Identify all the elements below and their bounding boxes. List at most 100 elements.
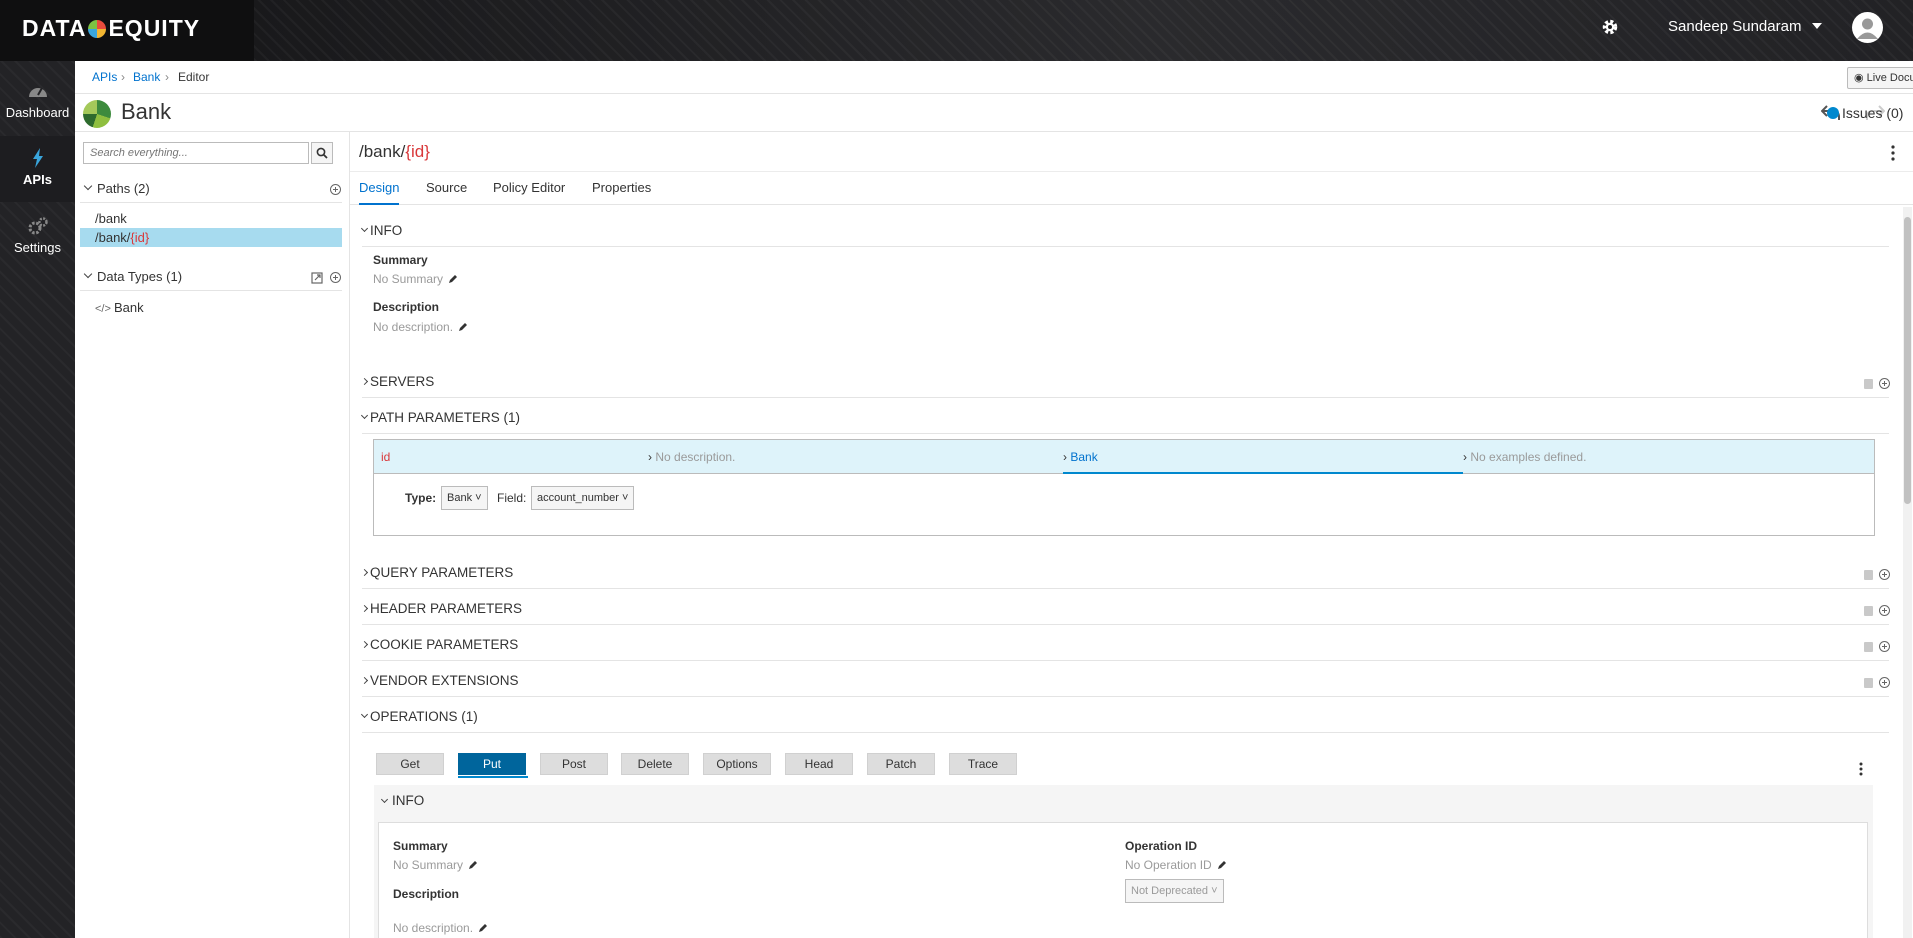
operation-info-header[interactable]: INFO — [380, 793, 424, 808]
path-parameters-section-header[interactable]: PATH PARAMETERS (1) — [360, 405, 1889, 434]
section-title: HEADER PARAMETERS — [370, 601, 523, 616]
operation-id-value[interactable]: No Operation ID — [1125, 858, 1227, 872]
tab-policy-editor[interactable]: Policy Editor — [493, 180, 565, 195]
method-post-button[interactable]: Post — [540, 753, 608, 775]
operations-kebab-icon[interactable] — [1859, 762, 1863, 776]
nav-item-settings[interactable]: Settings — [0, 204, 75, 270]
data-type-item[interactable]: </> Bank — [80, 298, 342, 317]
add-path-icon[interactable] — [330, 184, 341, 195]
live-documentation-label: Live Documentation — [1866, 72, 1913, 84]
tab-design[interactable]: Design — [359, 180, 400, 205]
import-type-icon[interactable] — [311, 272, 323, 284]
logo-area: DATA EQUITY — [0, 0, 254, 61]
add-data-type-icon[interactable] — [330, 272, 341, 283]
type-select[interactable]: Bank ˅ — [441, 486, 488, 510]
add-icon[interactable] — [1879, 605, 1890, 616]
path-parameter-row[interactable]: id › No description. › Bank › No example… — [374, 440, 1874, 474]
pencil-icon[interactable] — [458, 322, 468, 332]
method-get-button[interactable]: Get — [376, 753, 444, 775]
param-description[interactable]: › No description. — [648, 450, 735, 464]
search-icon — [316, 147, 328, 159]
breadcrumb-bank[interactable]: Bank — [133, 70, 160, 84]
kebab-menu-icon[interactable] — [1891, 145, 1895, 161]
check-circle-icon — [1827, 107, 1839, 119]
breadcrumb-editor: Editor — [178, 70, 210, 84]
op-description-value[interactable]: No description. — [393, 921, 488, 935]
method-put-button[interactable]: Put — [458, 753, 526, 775]
trash-icon[interactable] — [1864, 642, 1873, 652]
trash-icon[interactable] — [1864, 570, 1873, 580]
logo-dot-icon — [88, 20, 107, 38]
deprecated-select[interactable]: Not Deprecated ˅ — [1125, 879, 1224, 903]
field-select[interactable]: account_number ˅ — [531, 486, 635, 510]
data-types-section-header[interactable]: Data Types (1) — [83, 269, 343, 284]
logo[interactable]: DATA EQUITY — [22, 15, 200, 42]
param-examples[interactable]: › No examples defined. — [1463, 450, 1586, 464]
chevron-down-icon: ˅ — [1208, 885, 1218, 897]
chevron-right-icon — [360, 568, 369, 577]
path-title: /bank/{id} — [359, 142, 430, 162]
user-name[interactable]: Sandeep Sundaram — [1668, 18, 1801, 35]
tab-source[interactable]: Source — [426, 180, 467, 195]
path-item-selected[interactable]: /bank/{id} — [80, 228, 342, 247]
issues-label: Issues (0) — [1842, 105, 1904, 121]
bolt-icon — [32, 148, 43, 168]
cookie-parameters-section-header[interactable]: COOKIE PARAMETERS — [360, 632, 1890, 661]
section-title: OPERATIONS (1) — [370, 709, 478, 724]
add-icon[interactable] — [1879, 641, 1890, 652]
query-parameters-section-header[interactable]: QUERY PARAMETERS — [360, 560, 1890, 589]
scrollbar-thumb[interactable] — [1904, 217, 1911, 504]
settings-gear-icon[interactable] — [1600, 17, 1620, 37]
servers-section-header[interactable]: SERVERS — [360, 369, 1890, 398]
divider — [80, 290, 342, 291]
pencil-icon[interactable] — [448, 274, 458, 284]
pencil-icon[interactable] — [478, 923, 488, 933]
nav-label: APIs — [23, 172, 52, 187]
pencil-icon[interactable] — [1217, 860, 1227, 870]
chevron-down-icon — [83, 269, 93, 279]
description-value[interactable]: No description. — [373, 320, 468, 334]
nav-item-dashboard[interactable]: Dashboard — [0, 69, 75, 135]
paths-section-header[interactable]: Paths (2) — [83, 181, 343, 196]
chevron-down-icon — [83, 181, 93, 191]
user-avatar-icon — [1857, 18, 1878, 39]
nav-label: Dashboard — [5, 105, 70, 120]
live-documentation-button[interactable]: ◉ Live Documentation — [1847, 67, 1913, 89]
operations-section-header[interactable]: OPERATIONS (1) — [360, 704, 1889, 733]
search-button[interactable] — [311, 142, 333, 164]
add-icon[interactable] — [1879, 569, 1890, 580]
breadcrumb-apis[interactable]: APIs — [92, 70, 117, 84]
param-type-link[interactable]: › Bank — [1063, 450, 1098, 464]
scrollbar[interactable] — [1903, 207, 1912, 938]
param-examples-text: No examples defined. — [1470, 450, 1587, 464]
trash-icon[interactable] — [1864, 606, 1873, 616]
chevron-down-icon: ˅ — [618, 492, 629, 504]
field-select-value: account_number — [537, 492, 619, 504]
description-label: Description — [373, 300, 440, 314]
add-icon[interactable] — [1879, 677, 1890, 688]
method-options-button[interactable]: Options — [703, 753, 771, 775]
nav-item-apis[interactable]: APIs — [0, 136, 75, 202]
user-menu-caret-icon[interactable] — [1812, 23, 1822, 29]
summary-label: Summary — [373, 253, 428, 267]
tab-properties[interactable]: Properties — [592, 180, 651, 195]
method-delete-button[interactable]: Delete — [621, 753, 689, 775]
add-icon[interactable] — [1879, 378, 1890, 389]
info-section-header[interactable]: INFO — [360, 218, 1889, 247]
method-trace-button[interactable]: Trace — [949, 753, 1017, 775]
chevron-down-icon — [380, 795, 389, 804]
vendor-extensions-section-header[interactable]: VENDOR EXTENSIONS — [360, 668, 1890, 697]
path-item[interactable]: /bank — [80, 209, 342, 228]
chevron-down-icon — [360, 224, 369, 233]
header-parameters-section-header[interactable]: HEADER PARAMETERS — [360, 596, 1890, 625]
search-input[interactable] — [83, 142, 309, 164]
trash-icon[interactable] — [1864, 678, 1873, 688]
method-head-button[interactable]: Head — [785, 753, 853, 775]
op-summary-value[interactable]: No Summary — [393, 858, 478, 872]
summary-value[interactable]: No Summary — [373, 272, 458, 286]
trash-icon[interactable] — [1864, 379, 1873, 389]
issues-button[interactable]: Issues (0) — [1827, 105, 1903, 121]
pencil-icon[interactable] — [468, 860, 478, 870]
method-patch-button[interactable]: Patch — [867, 753, 935, 775]
avatar[interactable] — [1852, 12, 1883, 43]
